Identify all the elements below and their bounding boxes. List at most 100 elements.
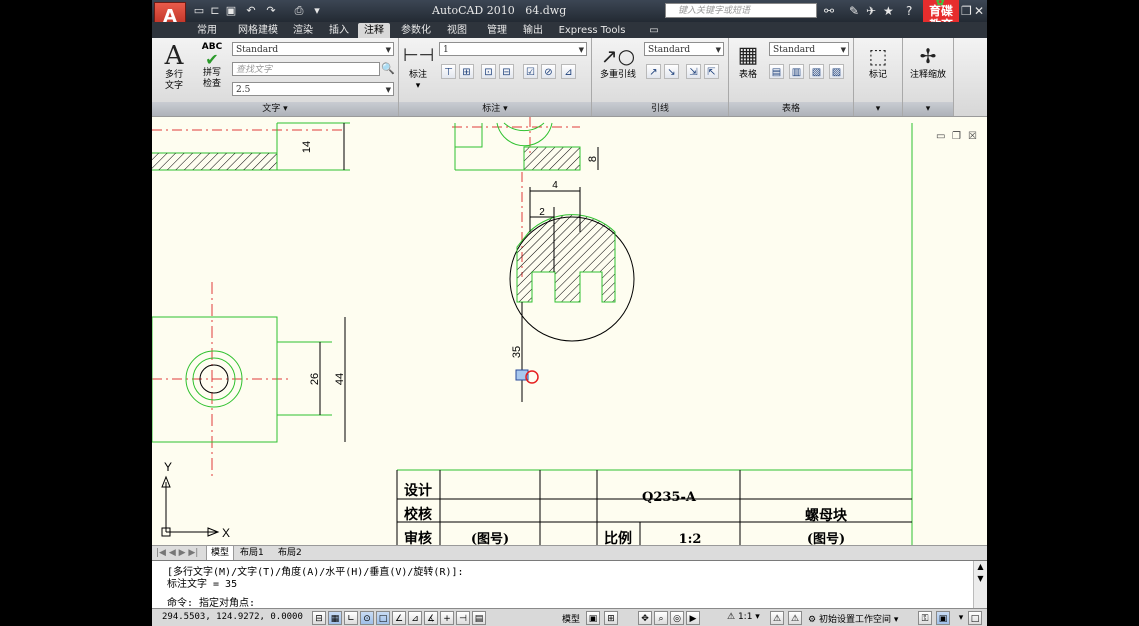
dynamic-input-icon[interactable]: ⊣ [456,611,470,625]
clean-screen-icon[interactable]: □ [968,611,982,625]
undo-icon[interactable]: ↶ [244,4,258,18]
text-style-combo[interactable]: Standard ▼ [232,42,394,56]
ortho-mode-icon[interactable]: ⊙ [360,611,374,625]
tab-mesh-modeling[interactable]: 网格建模 [232,23,284,38]
command-prompt[interactable]: 命令: 指定对角点: [167,594,255,609]
tab-output[interactable]: 输出 [518,23,548,38]
tables-panel-title[interactable]: 表格 [729,102,853,116]
align-leaders-icon[interactable]: ⇲ [686,64,701,79]
tab-express-tools[interactable]: Express Tools [556,23,628,38]
quick-view-drawings-icon[interactable]: ⊞ [604,611,618,625]
save-icon[interactable]: ▣ [224,4,238,18]
lock-icon[interactable]: ⚿ [918,611,932,625]
download-data-icon[interactable]: ▧ [809,64,824,79]
restore-window-icon[interactable]: ❐ [961,4,972,18]
tab-parametric[interactable]: 参数化 [396,23,436,38]
qat-dropdown-icon[interactable]: ▾ [310,4,324,18]
plot-icon[interactable]: ⎙ [292,4,306,18]
layout-tab-layout2[interactable]: 布局2 [278,546,302,560]
object-snap-icon[interactable]: ∠ [392,611,406,625]
leaders-panel-title[interactable]: 引线 [592,102,728,116]
infer-constraints-icon[interactable]: ⊟ [312,611,326,625]
dimensions-panel-title[interactable]: 标注 ▾ [399,102,591,116]
viewport-restore-icon[interactable]: ❐ [952,131,961,142]
annotation-scale-readout[interactable]: ⚠ 1:1 ▾ [727,612,760,622]
multileader-button[interactable]: ↗○ 多重引线 [596,42,640,81]
command-window[interactable]: [多行文字(M)/文字(T)/角度(A)/水平(H)/垂直(V)/旋转(R)]:… [152,560,987,609]
model-space-label[interactable]: 模型 [562,612,580,625]
baseline-dimension-icon[interactable]: ⊞ [459,64,474,79]
mtext-button[interactable]: A 多行 文字 [158,42,190,92]
mleader-style-combo[interactable]: Standard ▼ [644,42,724,56]
steering-wheel-icon[interactable]: ◎ [670,611,684,625]
annotation-scaling-button[interactable]: ✢ 注释缩放 [905,42,951,81]
workspace-switch[interactable]: ⚙ 初始设置工作空间 ▾ [808,612,898,625]
pan-icon[interactable]: ✥ [638,611,652,625]
communication-icon[interactable]: ✈ [866,4,876,18]
new-icon[interactable]: ▭ [192,4,206,18]
status-menu-icon[interactable]: ▾ [954,611,968,625]
text-height-combo[interactable]: 2.5 ▼ [232,82,394,96]
upload-data-icon[interactable]: ▨ [829,64,844,79]
tab-render[interactable]: 渲染 [288,23,318,38]
command-scrollbar[interactable]: ▲ ▼ [973,561,987,609]
link-data-icon[interactable]: ▥ [789,64,804,79]
zoom-icon[interactable]: ⌕ [654,611,668,625]
ribbon-minimize-icon[interactable]: ▭ [644,23,664,38]
tab-annotate[interactable]: 注释 [358,23,390,38]
find-text-input[interactable]: 查找文字 [232,62,380,76]
search-input[interactable]: 键入关键字或短语 [665,3,817,18]
layout-tab-layout1[interactable]: 布局1 [240,546,264,560]
layout-tab-model[interactable]: 模型 [206,546,235,561]
favorites-icon[interactable]: ★ [883,4,894,18]
auto-scale-icon[interactable]: ⚠ [788,611,802,625]
find-replace-icon[interactable]: 🔍 [381,62,395,75]
otrack-icon[interactable]: ∡ [424,611,438,625]
ducs-icon[interactable]: + [440,611,454,625]
jogged-linear-icon[interactable]: ⊿ [561,64,576,79]
redo-icon[interactable]: ↷ [264,4,278,18]
tab-view[interactable]: 视图 [442,23,472,38]
tab-home[interactable]: 常用 [192,23,222,38]
showmotion-icon[interactable]: ▶ [686,611,700,625]
drawing-svg[interactable]: 14 8 4 2 35 26 44 Y X 设计 校核 审核 Q235-A 螺母… [152,117,987,545]
binoculars-icon[interactable]: ⚯ [824,4,834,18]
continue-dimension-icon[interactable]: ⊟ [499,64,514,79]
polar-tracking-icon[interactable]: □ [376,611,390,625]
help-icon[interactable]: ? [906,4,912,18]
quick-dimension-icon[interactable]: ⊤ [441,64,456,79]
coordinate-readout[interactable]: 294.5503, 124.9272, 0.0000 [162,612,303,622]
scroll-up-icon[interactable]: ▲ [974,561,987,573]
grid-display-icon[interactable]: ∟ [344,611,358,625]
subscription-icon[interactable]: ✎ [849,4,859,18]
collect-leaders-icon[interactable]: ⇱ [704,64,719,79]
dim-space-icon[interactable]: ☑ [523,64,538,79]
spell-check-button[interactable]: ABC ✔ 拼写 检查 [196,42,228,90]
viewport-close-icon[interactable]: ☒ [968,131,977,142]
markup-panel-expand-icon[interactable]: ▾ [854,102,902,116]
drawing-canvas[interactable]: 14 8 4 2 35 26 44 Y X 设计 校核 审核 Q235-A 螺母… [152,117,987,545]
dimension-button[interactable]: ⊢⊣ 标注 ▾ [403,42,434,92]
open-icon[interactable]: ⊏ [208,4,222,18]
lineweight-icon[interactable]: ▤ [472,611,486,625]
layout-nav-arrows-icon[interactable]: |◀ ◀ ▶ ▶| [156,546,198,560]
scroll-down-icon[interactable]: ▼ [974,573,987,585]
extract-data-icon[interactable]: ▤ [769,64,784,79]
viewport-minimize-icon[interactable]: ▭ [936,131,945,142]
dim-style-combo[interactable]: 1 ▼ [439,42,587,56]
quick-view-layouts-icon[interactable]: ▣ [586,611,600,625]
inspect-dimension-icon[interactable]: ⊘ [541,64,556,79]
3d-osnap-icon[interactable]: ⊿ [408,611,422,625]
tab-manage[interactable]: 管理 [482,23,512,38]
snap-mode-icon[interactable]: ▦ [328,611,342,625]
markup-button[interactable]: ⬚ 标记 [860,42,896,81]
dim-break-icon[interactable]: ⊡ [481,64,496,79]
hardware-acceleration-icon[interactable]: ▣ [936,611,950,625]
annotation-scaling-expand-icon[interactable]: ▾ [903,102,953,116]
annotation-visibility-icon[interactable]: ⚠ [770,611,784,625]
remove-leader-icon[interactable]: ↘ [664,64,679,79]
table-button[interactable]: ▦ 表格 [733,42,763,81]
add-leader-icon[interactable]: ↗ [646,64,661,79]
table-style-combo[interactable]: Standard ▼ [769,42,849,56]
text-panel-title[interactable]: 文字 ▾ [152,102,398,116]
